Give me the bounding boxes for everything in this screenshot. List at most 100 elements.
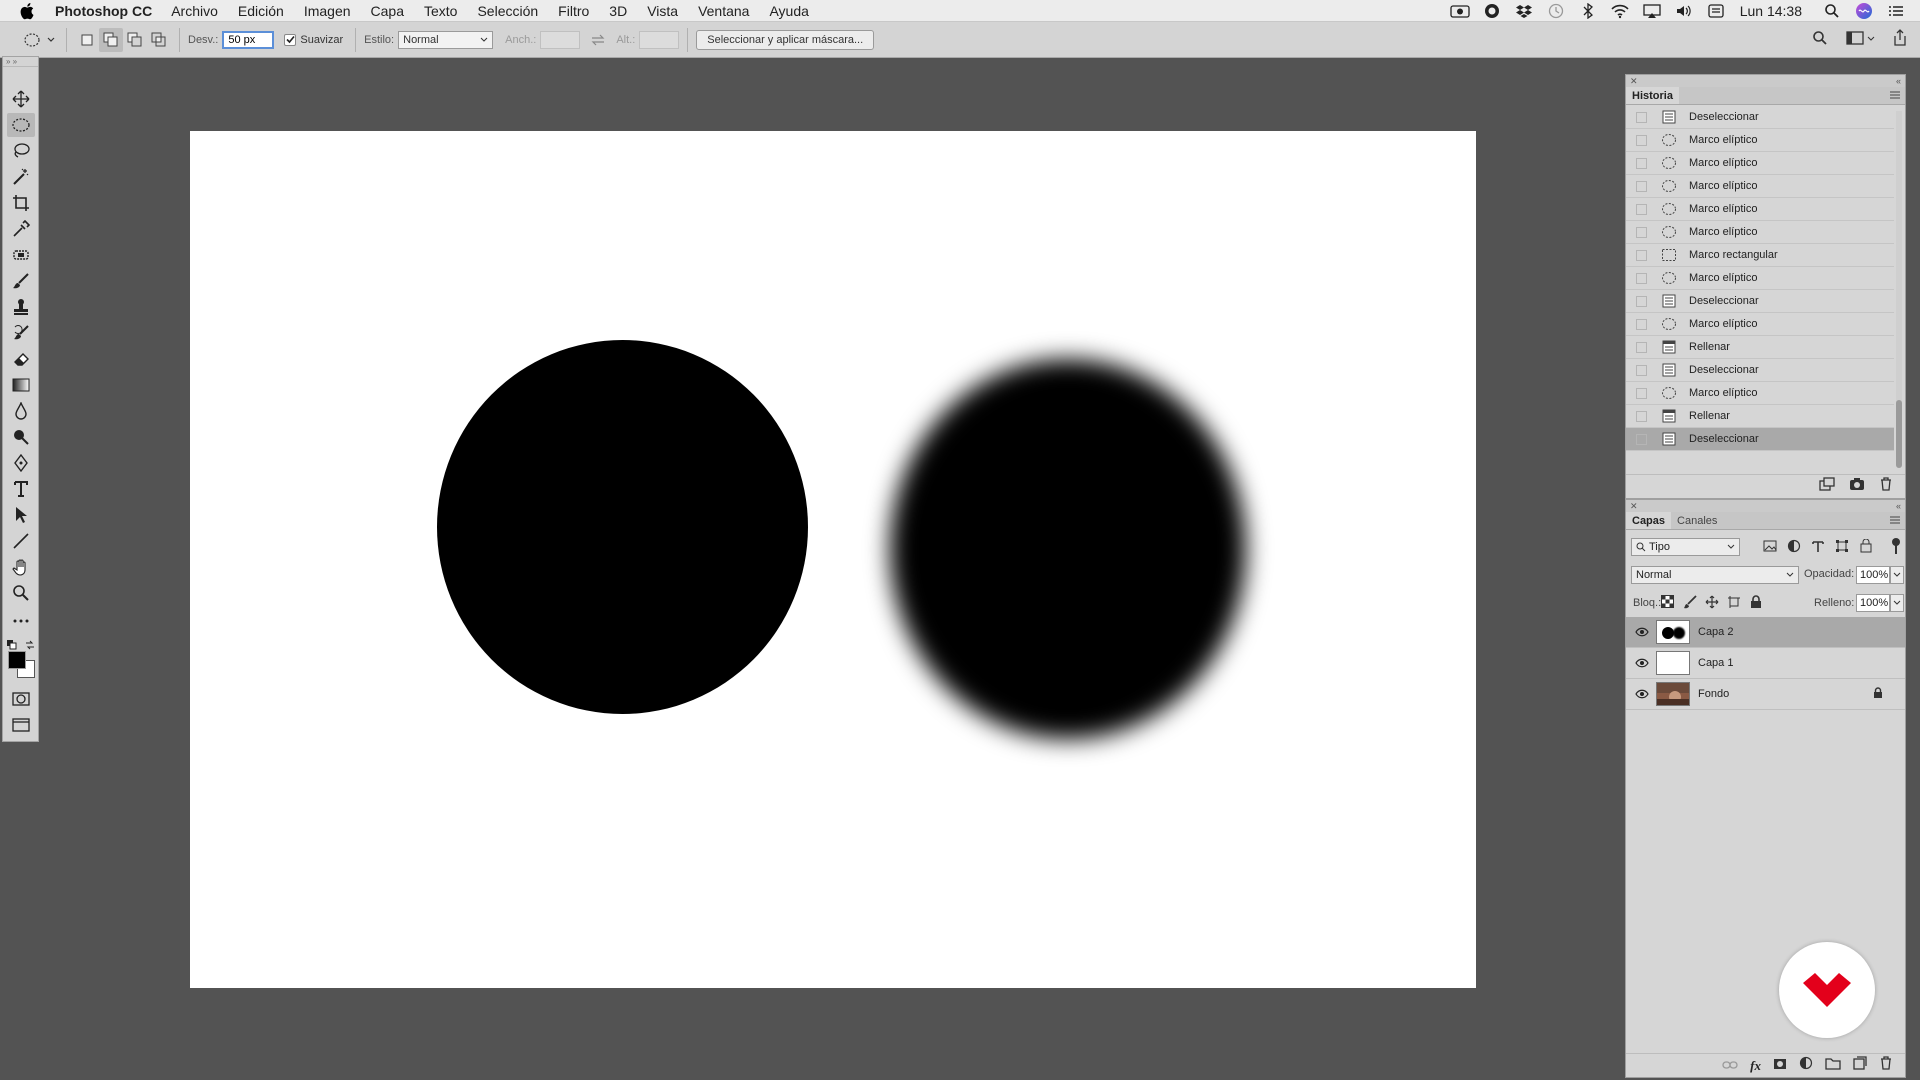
fill-dropdown-icon[interactable] xyxy=(1890,594,1904,612)
history-item[interactable]: Marco elíptico xyxy=(1626,198,1894,221)
eyedropper-tool-icon[interactable] xyxy=(7,217,35,241)
tab-history[interactable]: Historia xyxy=(1626,87,1679,104)
apple-menu-icon[interactable] xyxy=(19,2,37,20)
more-tools-icon[interactable] xyxy=(7,609,35,633)
pixel-layer-filter-icon[interactable] xyxy=(1762,538,1778,554)
history-item[interactable]: Deseleccionar xyxy=(1626,359,1894,382)
layer-row[interactable]: Capa 1 xyxy=(1626,648,1905,679)
menu-texto[interactable]: Texto xyxy=(424,3,457,19)
type-layer-filter-icon[interactable] xyxy=(1810,538,1826,554)
menu-vista[interactable]: Vista xyxy=(647,3,678,19)
history-item[interactable]: Marco rectangular xyxy=(1626,244,1894,267)
type-tool-icon[interactable] xyxy=(7,477,35,501)
history-snapshot-checkbox[interactable] xyxy=(1636,180,1647,192)
lock-all-icon[interactable] xyxy=(1748,594,1763,609)
dodge-tool-icon[interactable] xyxy=(7,425,35,449)
creative-cloud-icon[interactable] xyxy=(1482,3,1502,19)
history-item[interactable]: Deseleccionar xyxy=(1626,290,1894,313)
line-tool-icon[interactable] xyxy=(7,529,35,553)
fill-input[interactable]: 100% xyxy=(1856,594,1890,612)
antialias-checkbox[interactable] xyxy=(284,33,297,46)
panel-menu-icon[interactable] xyxy=(1889,90,1901,100)
delete-layer-trash-icon[interactable] xyxy=(1879,1056,1893,1075)
lock-position-icon[interactable] xyxy=(1704,594,1719,609)
time-machine-icon[interactable] xyxy=(1546,3,1566,19)
history-item[interactable]: Marco elíptico xyxy=(1626,221,1894,244)
delete-state-trash-icon[interactable] xyxy=(1879,477,1893,496)
layer-style-fx-icon[interactable]: fx xyxy=(1750,1058,1761,1074)
adjustment-layer-icon[interactable] xyxy=(1799,1056,1813,1075)
smart-object-filter-icon[interactable] xyxy=(1858,538,1874,554)
collapse-icon[interactable]: « xyxy=(1896,501,1901,511)
siri-icon[interactable] xyxy=(1854,3,1874,19)
menubar-clock[interactable]: Lun 14:38 xyxy=(1740,3,1802,19)
tab-layers[interactable]: Capas xyxy=(1626,512,1672,529)
layer-row[interactable]: Capa 2 xyxy=(1626,617,1905,648)
crop-tool-icon[interactable] xyxy=(7,191,35,215)
add-mask-icon[interactable] xyxy=(1773,1057,1787,1075)
select-and-mask-button[interactable]: Seleccionar y aplicar máscara... xyxy=(696,29,875,50)
hand-tool-icon[interactable] xyxy=(7,555,35,579)
add-to-selection-icon[interactable] xyxy=(99,27,123,52)
layer-row[interactable]: Fondo xyxy=(1626,679,1905,710)
panel-menu-icon[interactable] xyxy=(1889,515,1901,525)
menu-edicion[interactable]: Edición xyxy=(238,3,284,19)
tab-channels[interactable]: Canales xyxy=(1671,512,1723,529)
pen-tool-icon[interactable] xyxy=(7,451,35,475)
close-icon[interactable]: ✕ xyxy=(1630,501,1638,512)
prevent-autonest-icon[interactable] xyxy=(1726,594,1741,609)
healing-brush-tool-icon[interactable] xyxy=(7,243,35,267)
shape-layer-filter-icon[interactable] xyxy=(1834,538,1850,554)
move-tool-icon[interactable] xyxy=(7,87,35,111)
keyboard-input-icon[interactable] xyxy=(1706,3,1726,19)
magic-wand-tool-icon[interactable] xyxy=(7,165,35,189)
menu-3d[interactable]: 3D xyxy=(609,3,627,19)
history-item[interactable]: Rellenar xyxy=(1626,336,1894,359)
history-item[interactable]: Rellenar xyxy=(1626,405,1894,428)
filter-toggle-icon[interactable] xyxy=(1888,538,1904,554)
history-snapshot-checkbox[interactable] xyxy=(1636,203,1647,215)
quick-mask-icon[interactable] xyxy=(7,687,35,711)
bluetooth-icon[interactable] xyxy=(1578,3,1598,19)
visibility-eye-icon[interactable] xyxy=(1628,689,1656,699)
subtract-from-selection-icon[interactable] xyxy=(123,28,147,52)
foreground-color-swatch[interactable] xyxy=(8,651,26,669)
clone-stamp-tool-icon[interactable] xyxy=(7,295,35,319)
lock-transparent-pixels-icon[interactable] xyxy=(1660,594,1675,609)
visibility-eye-icon[interactable] xyxy=(1628,627,1656,637)
menu-seleccion[interactable]: Selección xyxy=(477,3,538,19)
opacity-dropdown-icon[interactable] xyxy=(1890,566,1904,584)
history-snapshot-checkbox[interactable] xyxy=(1636,341,1647,353)
history-snapshot-checkbox[interactable] xyxy=(1636,433,1647,445)
wifi-icon[interactable] xyxy=(1610,3,1630,19)
history-item[interactable]: Marco elíptico xyxy=(1626,267,1894,290)
search-icon[interactable] xyxy=(1812,30,1828,49)
history-snapshot-checkbox[interactable] xyxy=(1636,134,1647,146)
layer-filter-select[interactable]: Tipo xyxy=(1631,538,1740,556)
screen-record-icon[interactable] xyxy=(1450,3,1470,19)
width-input[interactable] xyxy=(540,30,581,49)
history-snapshot-checkbox[interactable] xyxy=(1636,272,1647,284)
menu-filtro[interactable]: Filtro xyxy=(558,3,589,19)
airplay-icon[interactable] xyxy=(1642,3,1662,19)
volume-icon[interactable] xyxy=(1674,3,1694,19)
history-snapshot-checkbox[interactable] xyxy=(1636,111,1647,123)
opacity-input[interactable]: 100% xyxy=(1856,566,1890,584)
path-selection-tool-icon[interactable] xyxy=(7,503,35,527)
height-input[interactable] xyxy=(639,30,680,49)
history-snapshot-checkbox[interactable] xyxy=(1636,364,1647,376)
workspace-switcher-icon[interactable] xyxy=(1846,30,1876,49)
menu-capa[interactable]: Capa xyxy=(371,3,404,19)
history-snapshot-checkbox[interactable] xyxy=(1636,387,1647,399)
gradient-tool-icon[interactable] xyxy=(7,373,35,397)
menu-ventana[interactable]: Ventana xyxy=(698,3,749,19)
history-brush-tool-icon[interactable] xyxy=(7,321,35,345)
history-item[interactable]: Marco elíptico xyxy=(1626,313,1894,336)
app-name-menu[interactable]: Photoshop CC xyxy=(55,3,152,19)
notification-center-icon[interactable] xyxy=(1886,3,1906,19)
link-layers-icon[interactable] xyxy=(1722,1057,1738,1075)
history-item[interactable]: Deseleccionar xyxy=(1626,106,1894,129)
toolbox-grip[interactable]: » » xyxy=(3,57,38,67)
swap-colors-icon[interactable] xyxy=(25,637,35,655)
adjustment-layer-filter-icon[interactable] xyxy=(1786,538,1802,554)
